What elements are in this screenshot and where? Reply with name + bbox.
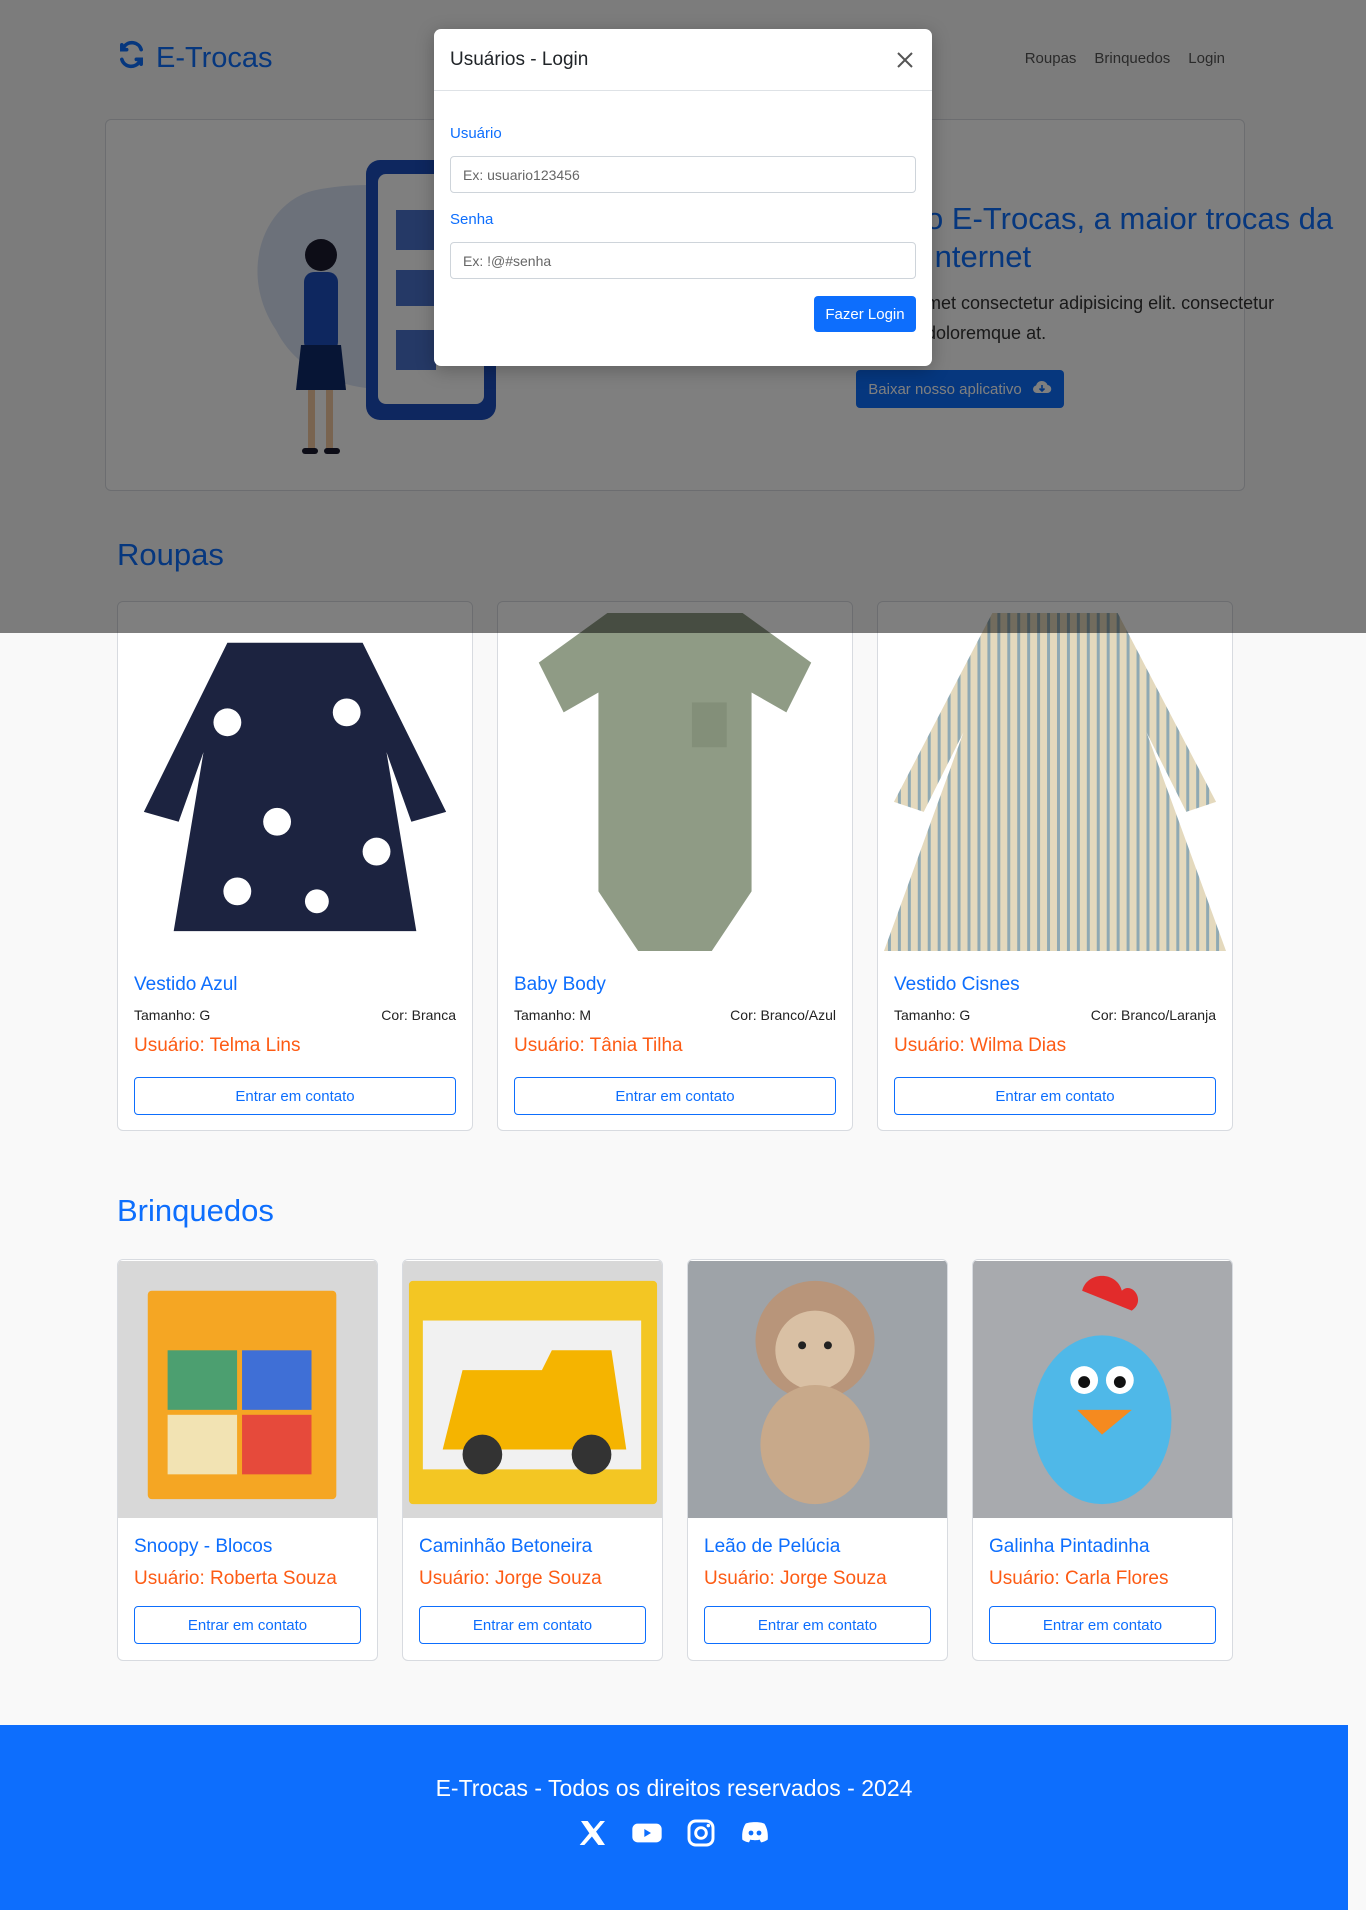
toy-card: Snoopy - Blocos Usuário: Roberta Souza E… [117,1259,378,1661]
product-name: Baby Body [514,974,606,995]
product-user: Usuário: Tânia Tilha [514,1035,683,1056]
x-icon[interactable] [577,1817,609,1854]
toy-card: Galinha Pintadinha Usuário: Carla Flores… [972,1259,1233,1661]
contact-button[interactable]: Entrar em contato [894,1077,1216,1115]
password-input[interactable] [450,242,916,279]
clothes-card: Vestido Azul Tamanho: G Cor: Branca Usuá… [117,601,473,1131]
product-color: Cor: Branco/Laranja [1090,1007,1216,1023]
product-size: Tamanho: G [134,1007,211,1023]
contact-button[interactable]: Entrar em contato [989,1606,1216,1644]
login-submit-button[interactable]: Fazer Login [814,296,916,332]
clothes-card: Baby Body Tamanho: M Cor: Branco/Azul Us… [497,601,853,1131]
product-name: Vestido Cisnes [894,974,1020,995]
product-name: Vestido Azul [134,974,238,995]
modal-header: Usuários - Login [434,29,932,91]
section-title-brinquedos: Brinquedos [117,1193,274,1228]
instagram-icon[interactable] [685,1817,717,1854]
product-meta: Tamanho: M Cor: Branco/Azul [514,1007,836,1023]
contact-button[interactable]: Entrar em contato [134,1606,361,1644]
product-meta: Tamanho: G Cor: Branca [134,1007,456,1023]
product-meta: Tamanho: G Cor: Branco/Laranja [894,1007,1216,1023]
product-name: Snoopy - Blocos [134,1536,273,1557]
product-user: Usuário: Jorge Souza [419,1568,602,1589]
product-user: Usuário: Telma Lins [134,1035,301,1056]
product-color: Cor: Branca [381,1007,456,1023]
product-size: Tamanho: G [894,1007,971,1023]
clothes-card: Vestido Cisnes Tamanho: G Cor: Branco/La… [877,601,1233,1131]
toy-card: Caminhão Betoneira Usuário: Jorge Souza … [402,1259,663,1661]
product-user: Usuário: Roberta Souza [134,1568,337,1589]
toy-card: Leão de Pelúcia Usuário: Jorge Souza Ent… [687,1259,948,1661]
product-user: Usuário: Carla Flores [989,1568,1169,1589]
product-image-snoopy-blocks [118,1260,377,1519]
product-name: Leão de Pelúcia [704,1536,841,1557]
product-image-baby-body [498,603,852,957]
contact-button[interactable]: Entrar em contato [419,1606,646,1644]
close-icon[interactable] [894,49,916,71]
product-image-concrete-truck [403,1260,662,1519]
password-label: Senha [450,211,494,228]
youtube-icon[interactable] [631,1817,663,1854]
product-user: Usuário: Wilma Dias [894,1035,1067,1056]
contact-button[interactable]: Entrar em contato [514,1077,836,1115]
username-input[interactable] [450,156,916,193]
footer-copyright: E-Trocas - Todos os direitos reservados … [435,1775,913,1801]
contact-button[interactable]: Entrar em contato [134,1077,456,1115]
product-color: Cor: Branco/Azul [730,1007,836,1023]
product-name: Galinha Pintadinha [989,1536,1150,1557]
username-label: Usuário [450,125,502,142]
product-image-swan-dress [878,603,1232,957]
modal-title: Usuários - Login [450,48,589,70]
discord-icon[interactable] [739,1817,771,1854]
social-links [0,1817,1348,1854]
footer: E-Trocas - Todos os direitos reservados … [0,1725,1348,1910]
product-image-blue-chicken [973,1260,1232,1519]
product-image-plush-lion [688,1260,947,1519]
product-name: Caminhão Betoneira [419,1536,593,1557]
product-user: Usuário: Jorge Souza [704,1568,887,1589]
contact-button[interactable]: Entrar em contato [704,1606,931,1644]
login-modal: Usuários - Login Usuário Senha Fazer Log… [434,29,932,366]
product-size: Tamanho: M [514,1007,592,1023]
product-image-dress-blue [118,603,472,957]
